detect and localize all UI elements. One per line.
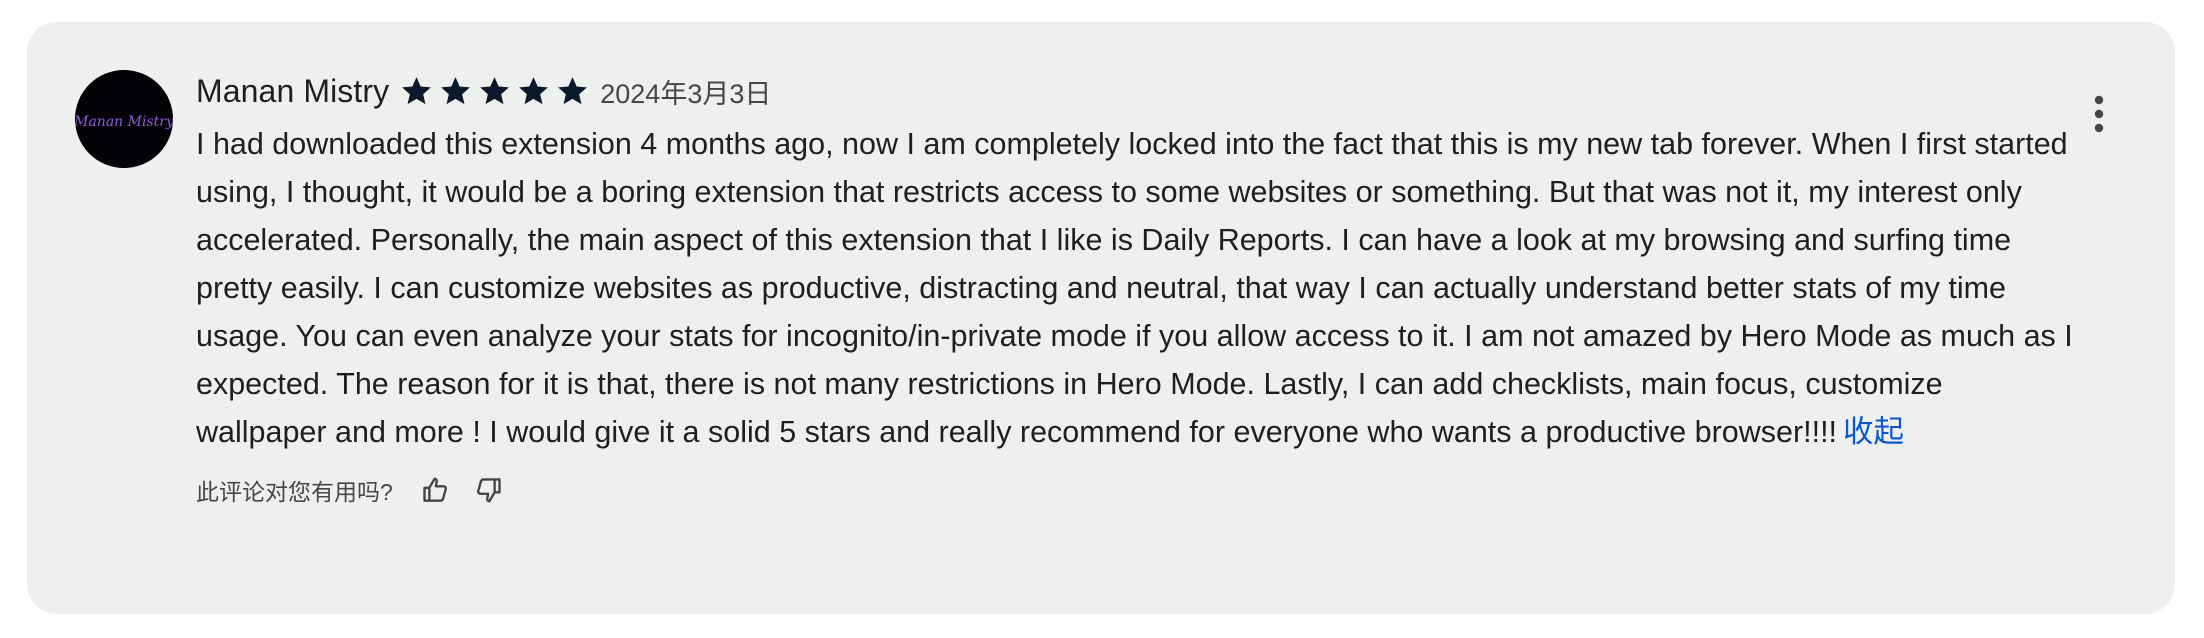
avatar: Manan Mistry [75, 70, 173, 168]
collapse-link[interactable]: 收起 [1843, 415, 1904, 449]
more-vert-icon [2094, 95, 2104, 133]
avatar-text: Manan Mistry [75, 114, 173, 130]
helpful-prompt: 此评论对您有用吗? [196, 479, 393, 505]
helpful-row: 此评论对您有用吗? [196, 470, 2076, 510]
star-icon [438, 74, 473, 108]
star-rating [399, 74, 590, 108]
thumb-down-icon [476, 478, 501, 503]
review-text: I had downloaded this extension 4 months… [196, 127, 2073, 449]
thumb-down-button[interactable] [469, 470, 509, 510]
review-body: I had downloaded this extension 4 months… [196, 120, 2076, 456]
review-card: Manan Mistry Manan Mistry 2024年3月3日 I ha… [27, 22, 2175, 614]
review-header: Manan Mistry 2024年3月3日 [196, 68, 2076, 114]
star-icon [555, 74, 590, 108]
author-name: Manan Mistry [196, 72, 390, 109]
thumb-up-icon [423, 477, 447, 502]
avatar-image: Manan Mistry [75, 70, 173, 168]
star-icon [399, 74, 434, 108]
review-date: 2024年3月3日 [600, 78, 772, 109]
star-icon [477, 74, 512, 108]
review-content: Manan Mistry 2024年3月3日 I had downloaded … [196, 68, 2076, 510]
star-icon [516, 74, 551, 108]
thumb-up-button[interactable] [415, 470, 455, 510]
more-options-button[interactable] [2079, 86, 2119, 142]
